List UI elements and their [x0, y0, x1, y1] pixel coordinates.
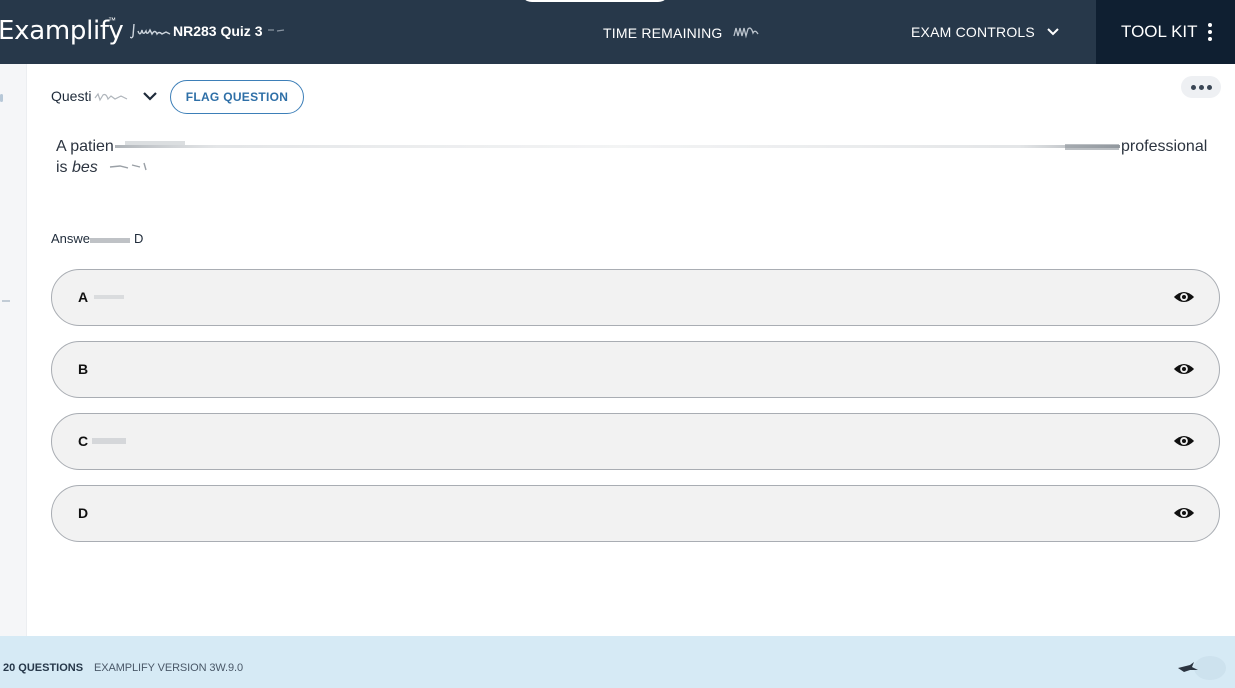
status-footer: 20 QUESTIONS EXAMPLIFY VERSION 3W.9.0: [0, 636, 1235, 688]
rail-indicator: [0, 94, 3, 102]
option-letter: C: [78, 433, 89, 449]
more-options-button[interactable]: [1181, 76, 1221, 98]
option-text-redacted: [92, 438, 126, 444]
answer-option-d[interactable]: D: [51, 485, 1220, 542]
brand-logo: Examplify: [0, 16, 124, 46]
top-bar: Examplify ™ NR283 Quiz 3 TIME REMAINING …: [0, 0, 1235, 64]
exam-controls-menu[interactable]: EXAM CONTROLS: [911, 24, 1059, 40]
option-text-redacted: [94, 295, 124, 299]
eye-icon[interactable]: [1173, 288, 1195, 306]
dot-icon: [1206, 84, 1212, 90]
answer-instruction-redacted: [90, 237, 131, 243]
tool-kit-button[interactable]: TOOL KIT: [1096, 0, 1235, 64]
exam-controls-label: EXAM CONTROLS: [911, 24, 1035, 40]
question-navigation-rail[interactable]: [0, 64, 27, 636]
answer-option-c[interactable]: C: [51, 413, 1220, 470]
flag-question-button[interactable]: FLAG QUESTION: [170, 80, 304, 114]
top-notch: [520, 0, 670, 2]
question-text-line2-start: is: [56, 159, 72, 176]
app-version: EXAMPLIFY VERSION 3W.9.0: [94, 662, 244, 674]
answer-option-b[interactable]: B: [51, 341, 1220, 398]
tool-kit-label: TOOL KIT: [1121, 22, 1198, 41]
question-number-redacted: [94, 92, 128, 102]
question-text-start: A patien: [56, 138, 114, 155]
answer-option-a[interactable]: A: [51, 269, 1220, 326]
question-selector[interactable]: Questi: [51, 88, 158, 104]
chevron-down-icon: [143, 92, 158, 101]
question-text-redacted: [115, 141, 1120, 150]
eye-icon[interactable]: [1173, 432, 1195, 450]
kebab-menu-icon: [1207, 23, 1212, 41]
question-selector-label: Questi: [51, 88, 92, 104]
eye-icon[interactable]: [1173, 504, 1195, 522]
answer-instruction: Answe D: [51, 231, 143, 246]
time-remaining-label: TIME REMAINING: [603, 25, 723, 41]
answer-instruction-start: Answe: [51, 231, 91, 246]
chevron-down-icon: [1047, 28, 1059, 36]
question-count: 20 QUESTIONS: [3, 662, 84, 674]
question-text-line2: is bes: [56, 159, 98, 177]
question-text-redacted: [109, 162, 147, 171]
connection-status-icon: [1178, 656, 1226, 680]
option-letter: A: [78, 289, 89, 305]
question-text-end: professional: [1121, 138, 1208, 155]
eye-icon[interactable]: [1173, 360, 1195, 378]
time-remaining-redacted: [733, 27, 759, 39]
dot-icon: [1198, 84, 1204, 90]
option-letter: B: [78, 361, 89, 377]
dot-icon: [1190, 84, 1196, 90]
answer-instruction-end: D: [134, 231, 144, 246]
student-name-redacted: [130, 23, 171, 39]
rail-indicator: [2, 300, 10, 302]
exam-title-redacted: [268, 29, 285, 32]
question-text-emphasis: bes: [72, 159, 98, 176]
option-letter: D: [78, 505, 89, 521]
brand-trademark: ™: [108, 16, 116, 25]
exam-title: NR283 Quiz 3: [173, 23, 263, 39]
